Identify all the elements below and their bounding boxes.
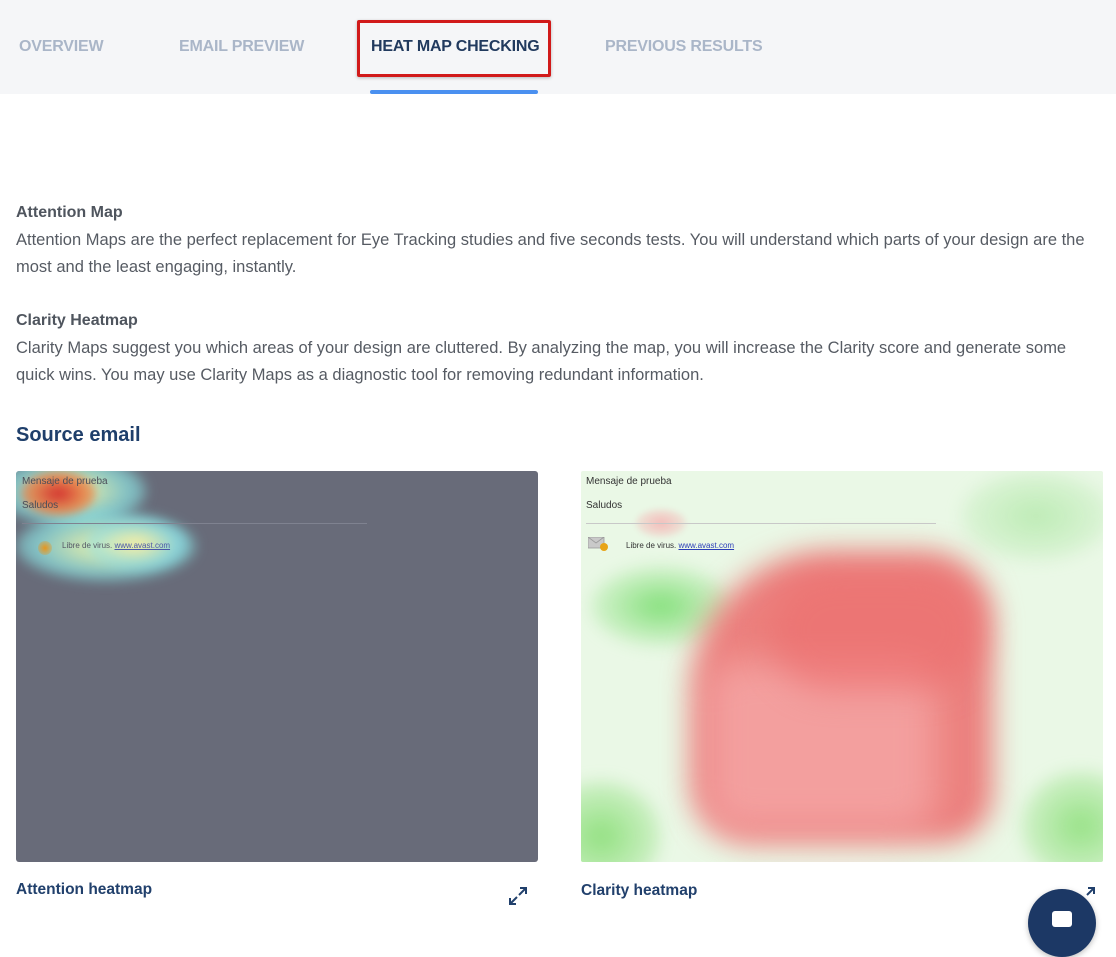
clarity-email-greeting: Saludos [586, 500, 623, 511]
attention-email-divider [22, 523, 367, 524]
envelope-icon [588, 537, 608, 551]
clarity-heatmap-title: Clarity Heatmap [16, 312, 138, 329]
chat-icon [1052, 911, 1072, 927]
attention-heatmap-label: Attention heatmap [16, 881, 153, 898]
clarity-email-subject: Mensaje de prueba [586, 476, 672, 487]
expand-icon[interactable] [507, 885, 529, 907]
chat-button[interactable] [1028, 889, 1096, 957]
clarity-heatmap-label: Clarity heatmap [581, 882, 698, 899]
attention-virus-link: www.avast.com [114, 541, 171, 550]
attention-map-title: Attention Map [16, 204, 123, 221]
tab-email-preview[interactable]: EMAIL PREVIEW [179, 0, 304, 94]
attention-email-subject: Mensaje de prueba [22, 476, 108, 487]
attention-map-description: Attention Maps are the perfect replaceme… [16, 231, 1085, 276]
attention-heatmap-image[interactable]: Mensaje de prueba Saludos Libre de virus… [16, 471, 538, 862]
clarity-heatmap-description: Clarity Maps suggest you which areas of … [16, 339, 1067, 384]
clarity-virus-link[interactable]: www.avast.com [678, 541, 734, 550]
tab-previous-results[interactable]: PREVIOUS RESULTS [605, 0, 763, 94]
tab-heat-map-checking[interactable]: HEAT MAP CHECKING [371, 0, 540, 94]
attention-virus-text: Libre de virus. [62, 541, 113, 550]
clarity-heatmap-image[interactable]: Mensaje de prueba Saludos Libre de virus… [581, 471, 1103, 862]
source-email-title: Source email [16, 424, 141, 446]
clarity-virus-text: Libre de virus. [626, 541, 677, 550]
clarity-email-divider [586, 523, 936, 524]
active-tab-indicator [370, 90, 538, 94]
tab-bar: OVERVIEW EMAIL PREVIEW HEAT MAP CHECKING… [0, 0, 1116, 94]
tab-overview[interactable]: OVERVIEW [19, 0, 104, 94]
attention-email-greeting: Saludos [22, 500, 59, 511]
